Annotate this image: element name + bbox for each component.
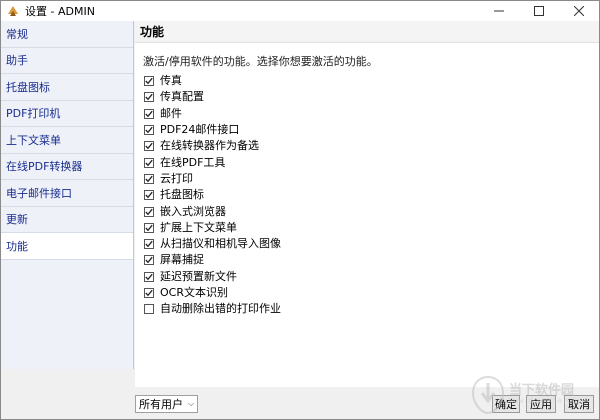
close-icon[interactable] (559, 1, 599, 21)
feature-label: 邮件 (160, 106, 182, 120)
feature-checkbox[interactable] (144, 239, 154, 250)
user-scope-select[interactable]: 所有用户 ⌵ (135, 395, 199, 413)
sidebar-item-context-menu[interactable]: 上下文菜单 (1, 127, 133, 154)
feature-row[interactable]: 传真配置 (144, 89, 599, 105)
feature-checkbox[interactable] (144, 125, 154, 136)
sidebar-item-online-converter[interactable]: 在线PDF转换器 (1, 154, 133, 180)
sidebar-item-features[interactable]: 功能 (1, 233, 133, 260)
checkmark-icon (145, 159, 153, 166)
feature-row[interactable]: 在线PDF工具 (144, 154, 599, 170)
window-controls (479, 1, 599, 21)
apply-button[interactable]: 应用 (526, 395, 556, 413)
feature-row[interactable]: 扩展上下文菜单 (144, 220, 599, 236)
feature-label: 从扫描仪和相机导入图像 (160, 237, 281, 251)
cancel-button[interactable]: 取消 (564, 395, 594, 413)
feature-label: 托盘图标 (160, 188, 204, 202)
checkmark-icon (145, 143, 153, 150)
feature-row[interactable]: 传真 (144, 73, 599, 89)
settings-sidebar: 常规 助手 托盘图标 PDF打印机 上下文菜单 在线PDF转换器 电子邮件接口 … (1, 21, 134, 369)
feature-row[interactable]: 屏幕捕捉 (144, 252, 599, 268)
feature-label: 传真配置 (160, 90, 204, 104)
app-logo-icon (8, 6, 18, 16)
sidebar-item-tray-icon[interactable]: 托盘图标 (1, 74, 133, 101)
feature-checkbox[interactable] (144, 222, 154, 233)
feature-checkbox[interactable] (144, 173, 154, 184)
feature-row[interactable]: OCR文本识别 (144, 285, 599, 301)
feature-checkbox[interactable] (144, 190, 154, 201)
feature-row[interactable]: 自动删除出错的打印作业 (144, 301, 599, 317)
checkmark-icon (145, 175, 153, 183)
checkmark-icon (145, 94, 153, 101)
sidebar-item-email-interface[interactable]: 电子邮件接口 (1, 180, 133, 207)
checkmark-icon (145, 257, 153, 264)
feature-checkbox[interactable] (144, 141, 154, 152)
feature-label: 在线转换器作为备选 (160, 139, 259, 153)
window-title: 设置 - ADMIN (25, 5, 95, 18)
checkmark-icon (145, 289, 153, 297)
ok-button[interactable]: 确定 (492, 395, 520, 413)
sidebar-item-update[interactable]: 更新 (1, 207, 133, 233)
checkmark-icon (145, 192, 153, 199)
checkmark-icon (145, 240, 153, 248)
feature-row[interactable]: 托盘图标 (144, 187, 599, 203)
feature-label: 延迟预置新文件 (160, 269, 237, 283)
feature-label: 云打印 (160, 171, 193, 185)
user-scope-value: 所有用户 (139, 398, 183, 411)
footer-bar: 所有用户 ⌵ 确定 应用 取消 (1, 387, 599, 419)
feature-label: 嵌入式浏览器 (160, 204, 226, 218)
panel-title: 功能 (135, 21, 599, 43)
feature-checkbox[interactable] (144, 108, 154, 119)
sidebar-item-assistant[interactable]: 助手 (1, 48, 133, 74)
features-panel: 功能 激活/停用软件的功能。选择你想要激活的功能。 传真传真配置邮件 PDF24邮… (135, 21, 599, 387)
checkmark-icon (145, 224, 153, 232)
sidebar-item-general[interactable]: 常规 (1, 21, 133, 48)
feature-label: OCR文本识别 (160, 286, 228, 299)
checkmark-icon (145, 126, 153, 134)
checkmark-icon (145, 77, 153, 85)
feature-label: PDF24邮件接口 (160, 123, 240, 137)
feature-row[interactable]: 邮件 (144, 106, 599, 122)
feature-label: 自动删除出错的打印作业 (160, 302, 281, 316)
feature-row[interactable]: 从扫描仪和相机导入图像 (144, 236, 599, 252)
feature-label: 在线PDF工具 (160, 155, 226, 169)
feature-checkbox[interactable] (144, 157, 154, 168)
feature-checkbox[interactable] (144, 255, 154, 266)
checkmark-icon (145, 273, 153, 280)
checkmark-icon (145, 110, 153, 118)
panel-description: 激活/停用软件的功能。选择你想要激活的功能。 (143, 55, 378, 68)
features-list: 传真传真配置邮件 PDF24邮件接口在线转换器作为备选 在线PDF工具 云打印托盘图标… (135, 73, 599, 317)
feature-row[interactable]: 云打印 (144, 171, 599, 187)
feature-label: 传真 (160, 74, 182, 88)
settings-window: 设置 - ADMIN 常规 助手 托盘图标 PDF打印机 上下文菜单 在线PDF… (0, 0, 600, 420)
maximize-icon[interactable] (519, 1, 559, 21)
feature-checkbox[interactable] (144, 288, 154, 298)
feature-checkbox[interactable] (144, 206, 154, 217)
feature-label: 屏幕捕捉 (160, 253, 204, 267)
feature-checkbox[interactable] (144, 92, 154, 103)
checkmark-icon (145, 208, 153, 215)
feature-row[interactable]: 嵌入式浏览器 (144, 203, 599, 219)
sidebar-item-pdf-printer[interactable]: PDF打印机 (1, 101, 133, 127)
feature-checkbox[interactable] (144, 271, 154, 282)
feature-checkbox[interactable] (144, 304, 154, 315)
feature-label: 扩展上下文菜单 (160, 220, 237, 234)
feature-row[interactable]: 延迟预置新文件 (144, 269, 599, 285)
feature-row[interactable]: 在线转换器作为备选 (144, 138, 599, 154)
minimize-icon[interactable] (479, 1, 519, 21)
chevron-down-icon: ⌵ (188, 399, 195, 408)
title-bar: 设置 - ADMIN (1, 1, 599, 21)
feature-row[interactable]: PDF24邮件接口 (144, 122, 599, 138)
feature-checkbox[interactable] (144, 76, 154, 87)
